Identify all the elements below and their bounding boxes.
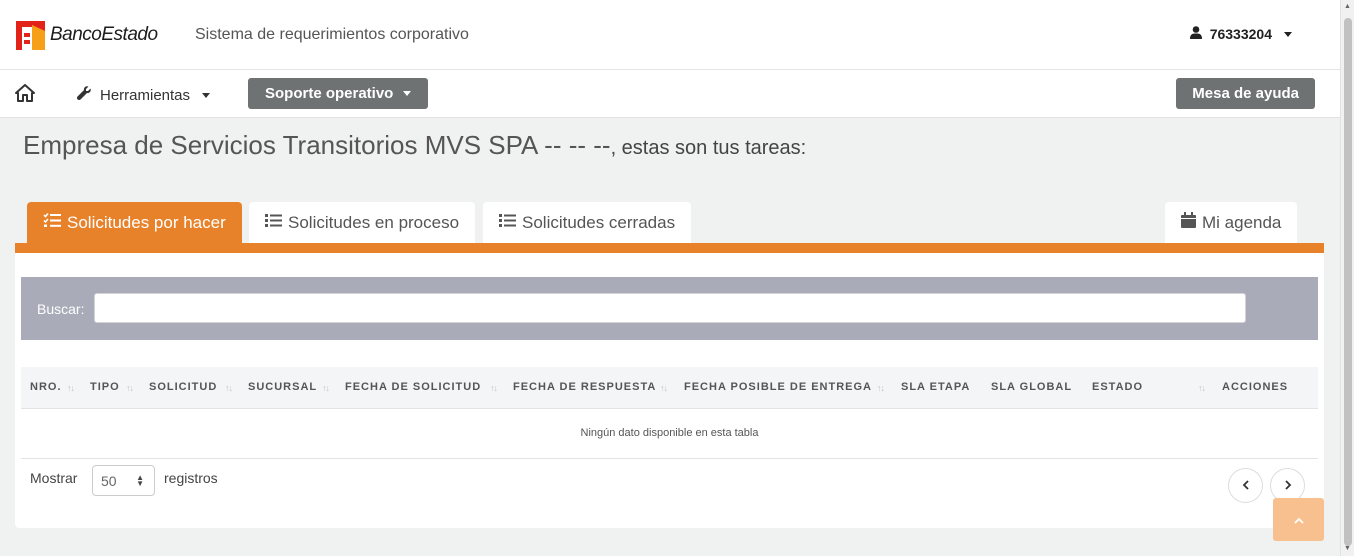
scroll-down-arrow-icon[interactable]: ▼ [1344, 545, 1351, 552]
sort-icon: ↑↓ [1198, 383, 1206, 393]
tools-menu[interactable]: Herramientas [76, 85, 211, 105]
bancoestado-logo-mark [16, 20, 45, 50]
bancoestado-logo[interactable]: BancoEstado [16, 20, 158, 50]
support-dropdown-button[interactable]: Soporte operativo [248, 78, 429, 109]
page-scrollbar[interactable]: ▲ ▼ [1340, 0, 1354, 556]
empty-table-message: Ningún dato disponible en esta tabla [580, 427, 759, 439]
tab-label: Mi agenda [1202, 212, 1282, 232]
wrench-icon [76, 85, 92, 105]
page-title: Empresa de Servicios Transitorios MVS SP… [23, 130, 806, 161]
tab-in-progress-requests[interactable]: Solicitudes en proceso [249, 202, 476, 243]
tab-label: Solicitudes por hacer [67, 212, 226, 232]
user-id: 76333204 [1209, 26, 1272, 42]
show-label: Mostrar [30, 470, 78, 486]
column-header-tipo[interactable]: TIPO [90, 381, 120, 393]
calendar-icon [1181, 212, 1196, 233]
page-length-value: 50 [101, 473, 117, 489]
tab-label: Solicitudes en proceso [288, 212, 460, 232]
list-icon [499, 213, 516, 233]
column-header-sla-etapa[interactable]: SLA ETAPA [901, 381, 970, 393]
column-header-sla-global[interactable]: SLA GLOBAL [991, 381, 1072, 393]
page-length-select[interactable]: 50 ▲ ▼ [92, 465, 155, 496]
home-button[interactable] [15, 84, 35, 102]
column-header-fecha-respuesta[interactable]: FECHA DE RESPUESTA [513, 381, 656, 393]
search-input[interactable] [94, 293, 1246, 323]
chevron-left-icon [1242, 477, 1250, 495]
scroll-up-arrow-icon[interactable]: ▲ [1344, 3, 1351, 10]
search-label: Buscar: [37, 301, 85, 317]
support-button-label: Soporte operativo [265, 85, 394, 102]
list-icon [265, 213, 282, 233]
main-navbar: Herramientas Soporte operativo Mesa de a… [0, 70, 1340, 118]
previous-page-button[interactable] [1228, 468, 1263, 503]
scroll-to-top-button[interactable] [1273, 498, 1324, 541]
chevron-up-icon [1293, 512, 1304, 528]
sort-icon: ↑↓ [660, 383, 668, 393]
chevron-right-icon [1284, 477, 1292, 495]
scrollbar-thumb[interactable] [1344, 18, 1352, 546]
top-header: BancoEstado Sistema de requerimientos co… [0, 0, 1340, 70]
company-name: Empresa de Servicios Transitorios MVS SP… [23, 130, 611, 160]
tasks-subtitle: , estas son tus tareas: [610, 137, 807, 159]
tab-closed-requests[interactable]: Solicitudes cerradas [483, 202, 692, 243]
column-header-fecha-posible-entrega[interactable]: FECHA POSIBLE DE ENTREGA [684, 381, 872, 393]
tab-label: Solicitudes cerradas [522, 212, 676, 232]
sort-icon: ↑↓ [67, 383, 75, 393]
table-header: NRO. ↑↓ TIPO ↑↓ SOLICITUD ↑↓ SUCURSAL ↑↓… [21, 367, 1318, 409]
requests-panel: Buscar: NRO. ↑↓ TIPO ↑↓ SOLICITUD ↑↓ SUC… [15, 253, 1324, 528]
sort-icon: ↑↓ [126, 383, 134, 393]
tools-menu-label: Herramientas [100, 86, 191, 104]
tab-pending-requests[interactable]: Solicitudes por hacer [27, 202, 242, 243]
sort-icon: ↑↓ [225, 383, 233, 393]
user-menu[interactable]: 76333204 [1189, 26, 1292, 42]
home-icon [15, 84, 35, 106]
caret-down-icon [202, 92, 211, 98]
column-header-estado[interactable]: ESTADO [1092, 381, 1143, 393]
caret-down-icon [1284, 31, 1292, 37]
column-header-sucursal[interactable]: SUCURSAL [248, 381, 317, 393]
tab-underline [15, 243, 1324, 253]
column-header-solicitud[interactable]: SOLICITUD [149, 381, 217, 393]
sort-icon: ↑↓ [877, 383, 885, 393]
help-desk-label: Mesa de ayuda [1192, 85, 1299, 102]
column-header-nro[interactable]: NRO. [30, 381, 62, 393]
tasks-icon [43, 212, 61, 233]
table-empty-row: Ningún dato disponible en esta tabla [21, 409, 1318, 459]
column-header-fecha-solicitud[interactable]: FECHA DE SOLICITUD [345, 381, 481, 393]
select-arrows-icon: ▲ ▼ [136, 473, 144, 488]
user-icon [1189, 26, 1202, 42]
records-label: registros [164, 470, 218, 486]
tab-my-agenda[interactable]: Mi agenda [1165, 202, 1298, 243]
brand-name: BancoEstado [50, 24, 158, 45]
column-header-acciones: ACCIONES [1222, 381, 1289, 393]
search-bar: Buscar: [21, 277, 1318, 340]
sort-icon: ↑↓ [490, 383, 498, 393]
caret-down-icon [403, 91, 412, 96]
sort-icon: ↑↓ [322, 383, 330, 393]
app-title: Sistema de requerimientos corporativo [195, 26, 469, 43]
help-desk-button[interactable]: Mesa de ayuda [1176, 78, 1315, 109]
